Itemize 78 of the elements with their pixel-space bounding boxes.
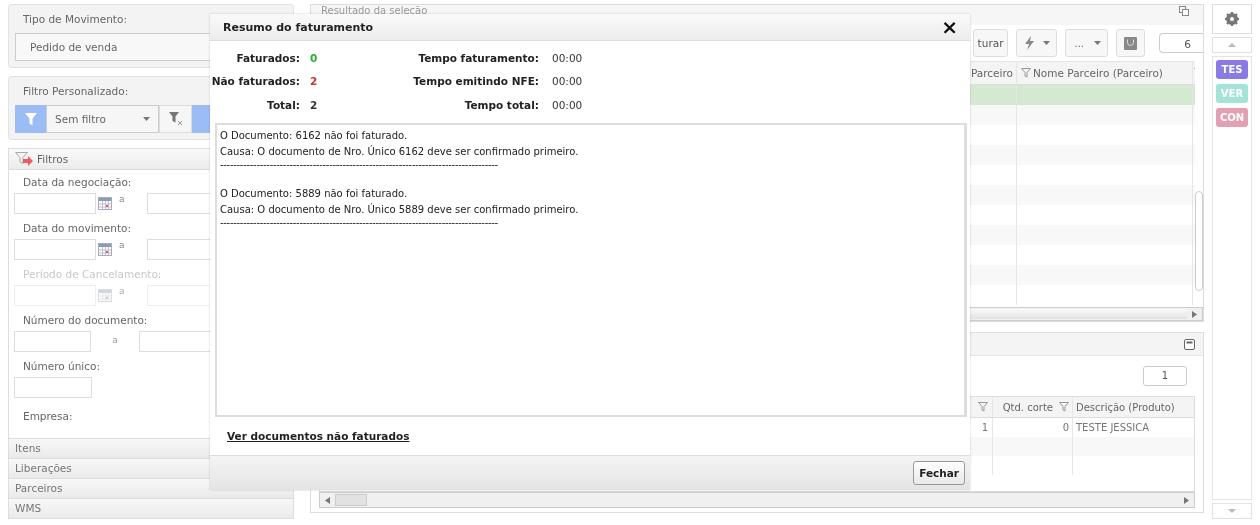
up-arrow-icon [1228,43,1236,47]
page-field[interactable]: 1 [1143,366,1187,386]
stat-label: Não faturados: [210,75,300,90]
log-line: O Documento: 5889 não foi faturado. [220,187,408,201]
filter-icon [1021,68,1031,78]
range-separator: a [111,334,119,345]
stat-label: Tempo total: [463,98,539,113]
stat-value: 00:00 [551,52,584,66]
action-split-button[interactable] [1016,29,1058,57]
maximize-icon[interactable] [1184,338,1195,350]
caret-icon [143,117,150,121]
settings-button[interactable] [1212,4,1252,34]
filter-icon [978,402,988,412]
scroll-down-button[interactable] [1212,503,1252,519]
calendar-icon[interactable] [98,197,112,210]
stat-label: Tempo emitindo NFE: [412,75,539,90]
column-header[interactable]: Parceiro [970,67,1013,79]
column-header[interactable]: Descrição (Produto) [1076,401,1175,413]
field-label: Número do documento: [22,313,148,328]
toolbar-button[interactable] [1116,29,1145,57]
scroll-thumb[interactable] [335,494,367,506]
field-label: Tipo de Movimento: [22,12,128,27]
restore-icon[interactable] [1179,6,1189,16]
scroll-right-icon[interactable] [1184,496,1189,504]
stat-value: 2 [310,75,318,90]
stat-value: 00:00 [551,98,584,113]
filter-icon [1059,402,1069,412]
panel-title: Resultado da seleção [321,5,429,16]
table-cell-text: TESTE JESSICA [1075,421,1151,435]
filter-toggle-button[interactable] [15,105,46,133]
log-line: O Documento: 6162 não foi faturado. [220,129,408,143]
page-field[interactable]: 6 [1159,33,1203,53]
filter-arrow-icon [15,152,33,166]
stat-label: Tempo faturamento: [417,52,539,66]
close-button[interactable]: × [941,17,958,37]
shortcut-badge[interactable]: TES [1216,60,1248,79]
clear-filter-icon [168,112,183,126]
field-label: Data da negociação: [22,175,132,190]
calendar-icon[interactable] [98,243,112,256]
clear-filter-button[interactable] [159,105,192,133]
scroll-right-icon[interactable] [1192,310,1197,318]
input-field[interactable] [14,331,91,352]
log-line: Causa: O documento de Nro. Único 5889 deve ser confirmado primeiro. [220,202,579,217]
caret-icon [1094,41,1101,45]
bag-icon [1124,36,1137,50]
scroll-left-icon[interactable] [325,496,330,504]
settings-icon [1225,12,1239,26]
stat-value: 2 [310,98,318,113]
field-label: Data do movimento: [22,221,132,236]
down-arrow-icon [1228,509,1236,513]
range-separator: a [119,193,125,204]
input-field[interactable] [14,193,96,214]
dialog-title: Resumo do faturamento [223,20,375,34]
stat-value: 0 [310,52,318,66]
log-area[interactable] [215,123,967,417]
column-header[interactable]: Nome Parceiro (Parceiro) [1033,67,1163,79]
scrollbar[interactable] [319,492,1195,508]
calendar-icon [98,289,112,302]
lightning-icon [1025,36,1036,50]
input-field[interactable] [14,239,96,260]
column-header[interactable]: Qtd. corte [1002,401,1053,413]
field-label: Filtro Personalizado: [22,84,130,99]
filter-icon [24,112,37,126]
filters-title: Filtros [37,153,69,165]
accordion-section[interactable]: WMS [9,498,293,518]
stat-label: Total: [266,98,300,113]
custom-filter-select[interactable]: Sem filtro [46,105,159,133]
range-separator: a [119,285,125,296]
caret-icon [1043,41,1051,45]
input-field[interactable] [14,377,92,398]
close-button[interactable]: Fechar [913,461,965,485]
log-separator: ------------------------------------------------------------------------------------ [220,218,498,228]
more-split-button[interactable]: ... [1065,29,1108,57]
field-label: Empresa: [22,409,73,424]
range-separator: a [119,239,125,250]
toolbar-button[interactable]: turar [972,29,1009,57]
field-label: Número único: [22,359,100,374]
stat-value: 00:00 [551,75,584,90]
